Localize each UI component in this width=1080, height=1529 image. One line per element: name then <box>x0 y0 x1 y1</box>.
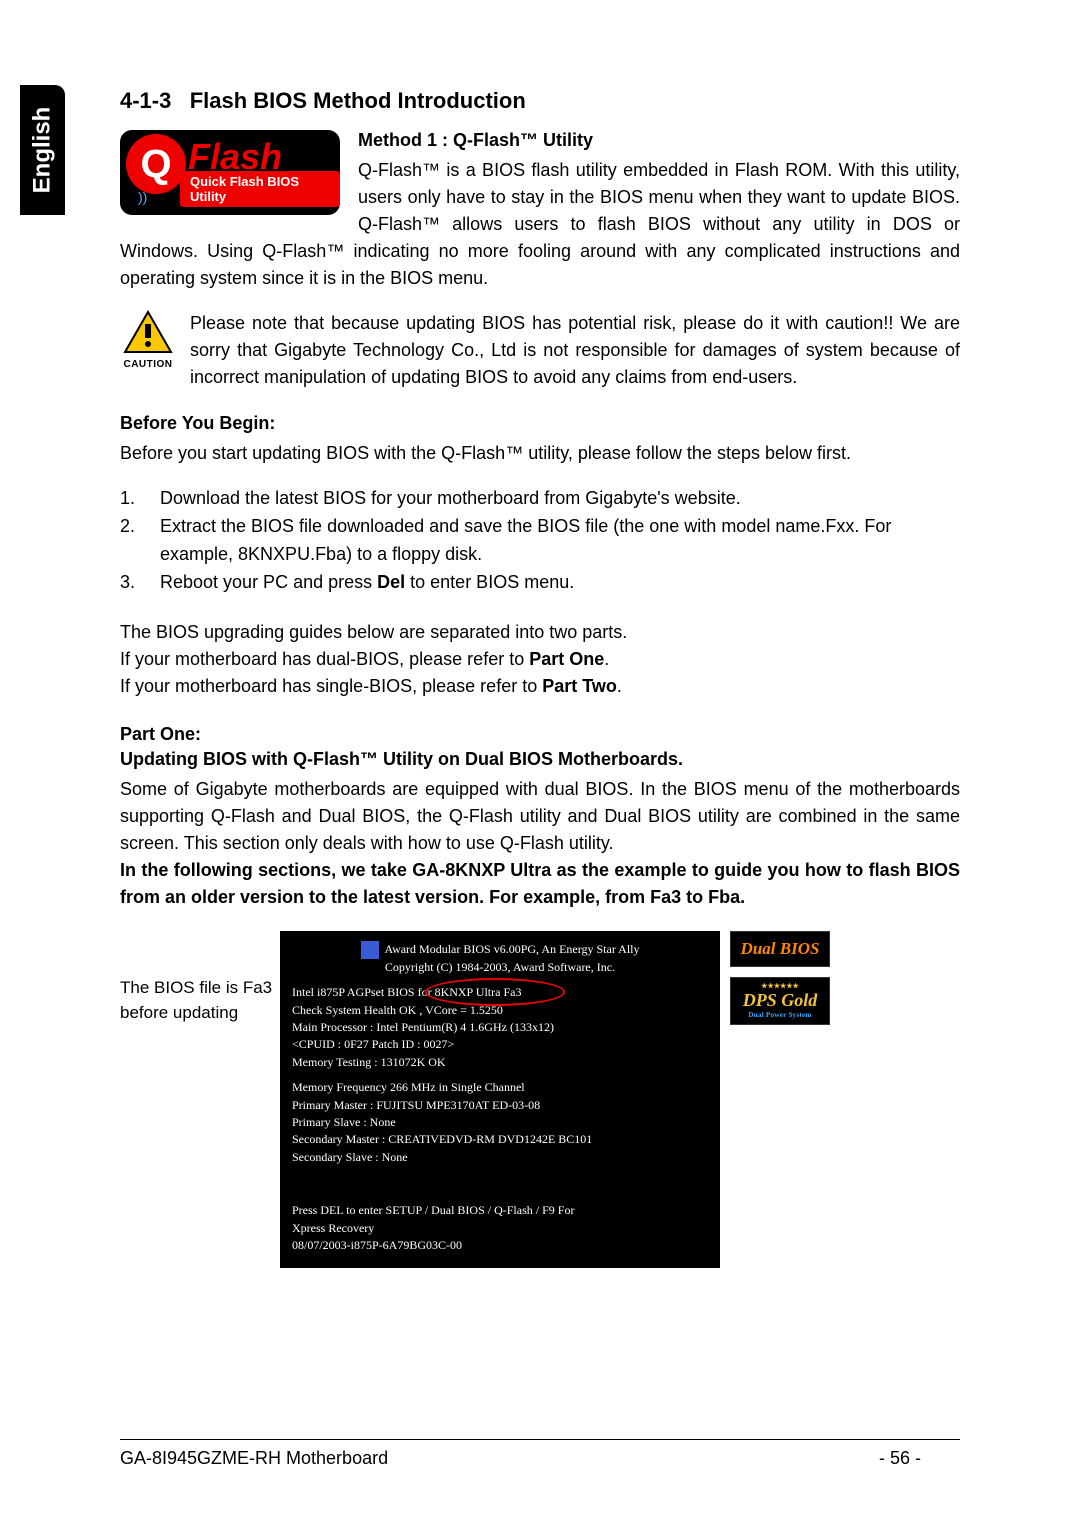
footer-model: GA-8I945GZME-RH Motherboard <box>120 1448 840 1469</box>
part-one-para: Some of Gigabyte motherboards are equipp… <box>120 776 960 857</box>
bios-row: The BIOS file is Fa3 before updating Awa… <box>120 931 960 1269</box>
qflash-q-icon: Q <box>126 134 186 194</box>
dual-bios-line: If your motherboard has dual-BIOS, pleas… <box>120 646 960 673</box>
before-begin-intro: Before you start updating BIOS with the … <box>120 440 960 467</box>
part-one-subheading: Updating BIOS with Q-Flash™ Utility on D… <box>120 749 960 770</box>
step-text: Reboot your PC and press Del to enter BI… <box>160 569 574 597</box>
bios-highlight: 8KNXP Ultra Fa3 <box>435 984 522 1001</box>
before-begin-heading: Before You Begin: <box>120 413 960 434</box>
radio-icon: )) <box>138 189 147 205</box>
page-footer: GA-8I945GZME-RH Motherboard - 56 - <box>120 1439 960 1469</box>
step-item: 3.Reboot your PC and press Del to enter … <box>120 569 960 597</box>
step-item: 1.Download the latest BIOS for your moth… <box>120 485 960 513</box>
dps-gold-logo: ★★★★★★ DPS Gold Dual Power System <box>730 977 830 1025</box>
section-number: 4-1-3 <box>120 88 171 113</box>
award-icon <box>361 941 379 959</box>
caution-icon: CAUTION <box>120 310 176 370</box>
page-content: 4-1-3 Flash BIOS Method Introduction Q F… <box>120 88 960 1268</box>
step-text: Extract the BIOS file downloaded and sav… <box>160 513 960 569</box>
bios-block-1: Intel i875P AGPset BIOS for 8KNXP Ultra … <box>292 984 708 1071</box>
qflash-subtitle: Quick Flash BIOS Utility <box>180 171 340 207</box>
single-bios-line: If your motherboard has single-BIOS, ple… <box>120 673 960 700</box>
star-icon: ★★★★★★ <box>761 982 799 990</box>
part-one-bold: In the following sections, we take GA-8K… <box>120 857 960 911</box>
bios-block-2: Memory Frequency 266 MHz in Single Chann… <box>292 1079 708 1166</box>
caution-block: CAUTION Please note that because updatin… <box>120 310 960 391</box>
step-item: 2.Extract the BIOS file downloaded and s… <box>120 513 960 569</box>
qflash-logo: Q Flash )) Quick Flash BIOS Utility <box>120 130 340 215</box>
step-text: Download the latest BIOS for your mother… <box>160 485 741 513</box>
part-one-heading: Part One: <box>120 724 960 745</box>
bios-screen: Award Modular BIOS v6.00PG, An Energy St… <box>280 931 720 1269</box>
bios-copyright: Copyright (C) 1984-2003, Award Software,… <box>292 959 708 976</box>
logos-column: Dual BIOS ★★★★★★ DPS Gold Dual Power Sys… <box>730 931 830 1025</box>
section-title-text: Flash BIOS Method Introduction <box>190 88 526 113</box>
steps-list: 1.Download the latest BIOS for your moth… <box>120 485 960 597</box>
bios-caption: The BIOS file is Fa3 before updating <box>120 931 280 1026</box>
guide-intro: The BIOS upgrading guides below are sepa… <box>120 619 960 646</box>
bios-title-line: Award Modular BIOS v6.00PG, An Energy St… <box>292 941 708 959</box>
dual-bios-logo: Dual BIOS <box>730 931 830 967</box>
section-title: 4-1-3 Flash BIOS Method Introduction <box>120 88 960 114</box>
language-tab: English <box>20 85 65 215</box>
caution-text: Please note that because updating BIOS h… <box>190 310 960 391</box>
language-tab-label: English <box>29 107 57 194</box>
bios-block-3: Press DEL to enter SETUP / Dual BIOS / Q… <box>292 1202 708 1254</box>
footer-page: - 56 - <box>840 1448 960 1469</box>
caution-label: CAUTION <box>120 359 176 370</box>
